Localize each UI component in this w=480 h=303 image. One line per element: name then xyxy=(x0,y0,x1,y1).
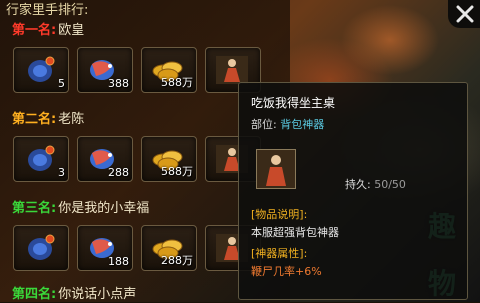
item-tooltip: 吃饭我得坐主桌 部位: 背包神器 持久: 50/50 [物品说明]: 本服超强背… xyxy=(238,82,468,300)
item-attribute: 鞭尸几率+6% xyxy=(251,265,322,278)
rank-4-name: 你说话小点声 xyxy=(58,287,137,302)
item-count: 288 xyxy=(108,166,129,179)
item-count: 188 xyxy=(108,255,129,268)
rank-4-row: 第四名: 你说话小点声 xyxy=(12,287,136,303)
desc-header: [物品说明]: xyxy=(251,208,308,221)
durability-label: 持久: xyxy=(345,178,371,191)
item-count: 288万 xyxy=(161,254,193,267)
rank-2-label: 第二名: xyxy=(12,112,57,127)
item-count: 3 xyxy=(58,166,65,179)
item-part: 部位: 背包神器 xyxy=(251,116,324,132)
rank-3-row: 第三名: 你是我的小幸福 xyxy=(12,201,149,217)
rank-1-row: 第一名: 欧皇 xyxy=(12,23,84,39)
close-button[interactable] xyxy=(448,0,480,28)
durability-value: 50/50 xyxy=(374,178,406,191)
rank-1-label: 第一名: xyxy=(12,23,57,38)
item-count: 388 xyxy=(108,77,129,90)
rank-3-item-gold[interactable]: 288万 xyxy=(141,225,197,271)
ranking-title: 行家里手排行: xyxy=(6,3,89,18)
rank-2-item-rune[interactable]: 3 xyxy=(13,136,69,182)
item-count: 5 xyxy=(58,77,65,90)
item-count: 588万 xyxy=(161,76,193,89)
rune-stone-icon xyxy=(28,234,55,260)
item-title: 吃饭我得坐主桌 xyxy=(251,96,336,110)
rank-3-name: 你是我的小幸福 xyxy=(58,201,150,216)
rune-stone-icon xyxy=(28,56,55,82)
close-icon xyxy=(456,5,474,23)
attr-header: [神器属性]: xyxy=(251,247,308,260)
part-label: 部位: xyxy=(251,118,277,131)
rank-2-item-gold[interactable]: 588万 xyxy=(141,136,197,182)
rank-2-row: 第二名: 老陈 xyxy=(12,112,84,128)
artifact-figure-icon xyxy=(257,150,295,188)
part-value: 背包神器 xyxy=(280,118,325,131)
rank-1-item-fish[interactable]: 388 xyxy=(77,47,133,93)
rank-3-label: 第三名: xyxy=(12,201,57,216)
rune-stone-icon xyxy=(28,145,55,171)
rank-3-item-rune[interactable] xyxy=(13,225,69,271)
item-thumbnail xyxy=(256,149,296,189)
rank-1-name: 欧皇 xyxy=(58,23,85,38)
rank-3-item-fish[interactable]: 188 xyxy=(77,225,133,271)
rank-4-label: 第四名: xyxy=(12,287,57,302)
rank-1-item-gold[interactable]: 588万 xyxy=(141,47,197,93)
rank-2-item-fish[interactable]: 288 xyxy=(77,136,133,182)
rank-2-name: 老陈 xyxy=(58,112,85,127)
rank-1-item-rune[interactable]: 5 xyxy=(13,47,69,93)
item-durability: 持久: 50/50 xyxy=(345,176,406,192)
item-description: 本服超强背包神器 xyxy=(251,226,339,239)
item-count: 588万 xyxy=(161,165,193,178)
